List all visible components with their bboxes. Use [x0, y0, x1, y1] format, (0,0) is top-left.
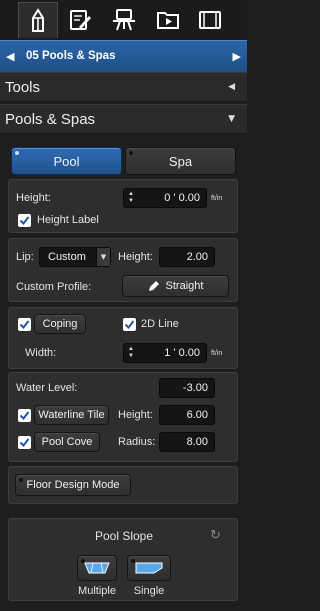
- pool-type-button[interactable]: Pool: [11, 147, 122, 175]
- water-level-field[interactable]: -3.00: [159, 378, 215, 398]
- slope-indicator: [81, 559, 85, 563]
- custom-profile-label: Custom Profile:: [16, 281, 92, 293]
- pool-cove-checkbox[interactable]: [18, 436, 31, 449]
- multiple-slope-label: Multiple: [78, 585, 116, 597]
- water-group: Water Level: -3.00 Waterline Tile Height…: [8, 372, 238, 462]
- mode-indicator: [19, 478, 23, 482]
- reset-icon[interactable]: ↻: [210, 527, 221, 543]
- coping-width-unit: ft/in: [211, 350, 223, 357]
- floor-design-mode-label: Floor Design Mode: [26, 479, 120, 491]
- film-strip-icon[interactable]: [190, 2, 230, 38]
- straight-profile-button[interactable]: Straight: [122, 275, 229, 297]
- spinner-arrows-icon[interactable]: ▲ ▼: [127, 191, 135, 206]
- layer-selector: ◀ 05 Pools & Spas ▶: [0, 40, 247, 72]
- lip-height-field[interactable]: 2.00: [159, 247, 215, 267]
- chevron-down-icon[interactable]: ▼: [96, 248, 110, 266]
- single-slope-button[interactable]: [127, 555, 171, 581]
- collapse-left-icon[interactable]: ◀: [228, 82, 235, 92]
- layer-title: 05 Pools & Spas: [26, 50, 116, 62]
- coping-checkbox[interactable]: [18, 318, 31, 331]
- pool-cove-label: Pool Cove: [41, 436, 93, 448]
- water-level-value: -3.00: [182, 382, 208, 394]
- single-slope-icon: [135, 562, 163, 574]
- spinner-arrows-icon[interactable]: ▲ ▼: [127, 346, 135, 361]
- pool-slope-title: Pool Slope: [94, 529, 154, 543]
- height-field[interactable]: ▲ ▼ 0 ' 0.00: [123, 188, 207, 208]
- coping-width-label: Width:: [25, 347, 57, 359]
- height-group: Height: ▲ ▼ 0 ' 0.00 ft/in Height Label: [8, 179, 238, 233]
- slope-indicator: [131, 559, 135, 563]
- waterline-tile-checkbox[interactable]: [18, 409, 31, 422]
- multiple-slope-button[interactable]: [77, 555, 117, 581]
- pool-cove-button[interactable]: Pool Cove: [34, 432, 100, 452]
- lip-height-label: Height:: [118, 251, 153, 263]
- next-layer-button[interactable]: ▶: [233, 50, 241, 63]
- billboard-robot-icon[interactable]: [104, 2, 144, 38]
- radius-value: 8.00: [186, 436, 208, 448]
- tools-section-header[interactable]: Tools ◀: [0, 72, 247, 102]
- top-toolbar: [0, 0, 247, 40]
- pen-on-sheet-icon[interactable]: [60, 2, 100, 38]
- waterline-tile-label: Waterline Tile: [38, 409, 105, 421]
- single-slope-label: Single: [133, 585, 165, 597]
- previous-layer-button[interactable]: ◀: [6, 50, 14, 63]
- coping-group: Coping 2D Line Width: ▲ ▼ 1 ' 0.00 ft/in: [8, 307, 238, 369]
- video-play-icon[interactable]: [148, 2, 188, 38]
- pencil-icon: [148, 281, 159, 291]
- waterline-tile-button[interactable]: Waterline Tile: [34, 405, 109, 425]
- pool-type-label: Pool: [53, 153, 80, 169]
- pencil-pen-icon[interactable]: [18, 2, 58, 38]
- tile-height-value: 6.00: [186, 409, 208, 421]
- tile-height-field[interactable]: 6.00: [159, 405, 215, 425]
- line-2d-checkbox[interactable]: [123, 318, 136, 331]
- height-label-checkbox-label: Height Label: [37, 214, 99, 226]
- coping-width-field[interactable]: ▲ ▼ 1 ' 0.00: [123, 343, 207, 363]
- unselected-indicator: [129, 151, 133, 155]
- expand-down-icon[interactable]: ▼: [228, 114, 235, 124]
- pool-slope-group: Pool Slope ↻ Multiple Single: [8, 518, 238, 601]
- lip-height-value: 2.00: [186, 251, 208, 263]
- height-label: Height:: [16, 192, 51, 204]
- lip-label: Lip:: [16, 251, 34, 263]
- pools-section-title: Pools & Spas: [5, 111, 96, 128]
- lip-dropdown[interactable]: Custom ▼: [39, 247, 111, 267]
- coping-width-value: 1 ' 0.00: [164, 347, 200, 359]
- floor-design-group: Floor Design Mode: [8, 466, 238, 504]
- spa-type-button[interactable]: Spa: [125, 147, 236, 175]
- height-label-checkbox[interactable]: [18, 214, 31, 227]
- lip-value: Custom: [48, 251, 86, 263]
- pools-section-header[interactable]: Pools & Spas ▼: [0, 104, 247, 134]
- spa-type-label: Spa: [168, 153, 193, 169]
- coping-button[interactable]: Coping: [34, 314, 86, 334]
- water-level-label: Water Level:: [16, 382, 78, 394]
- coping-label: Coping: [42, 318, 78, 330]
- selected-indicator: [15, 151, 19, 155]
- multiple-slope-icon: [84, 562, 110, 574]
- tile-height-label: Height:: [118, 409, 153, 421]
- radius-field[interactable]: 8.00: [159, 432, 215, 452]
- height-value: 0 ' 0.00: [164, 192, 200, 204]
- floor-design-mode-button[interactable]: Floor Design Mode: [15, 474, 131, 496]
- straight-profile-label: Straight: [165, 280, 204, 292]
- lip-group: Lip: Custom ▼ Height: 2.00 Custom Profil…: [8, 238, 238, 302]
- height-unit: ft/in: [211, 195, 223, 202]
- tools-section-title: Tools: [5, 79, 41, 96]
- radius-label: Radius:: [118, 436, 156, 448]
- line-2d-label: 2D Line: [141, 318, 179, 330]
